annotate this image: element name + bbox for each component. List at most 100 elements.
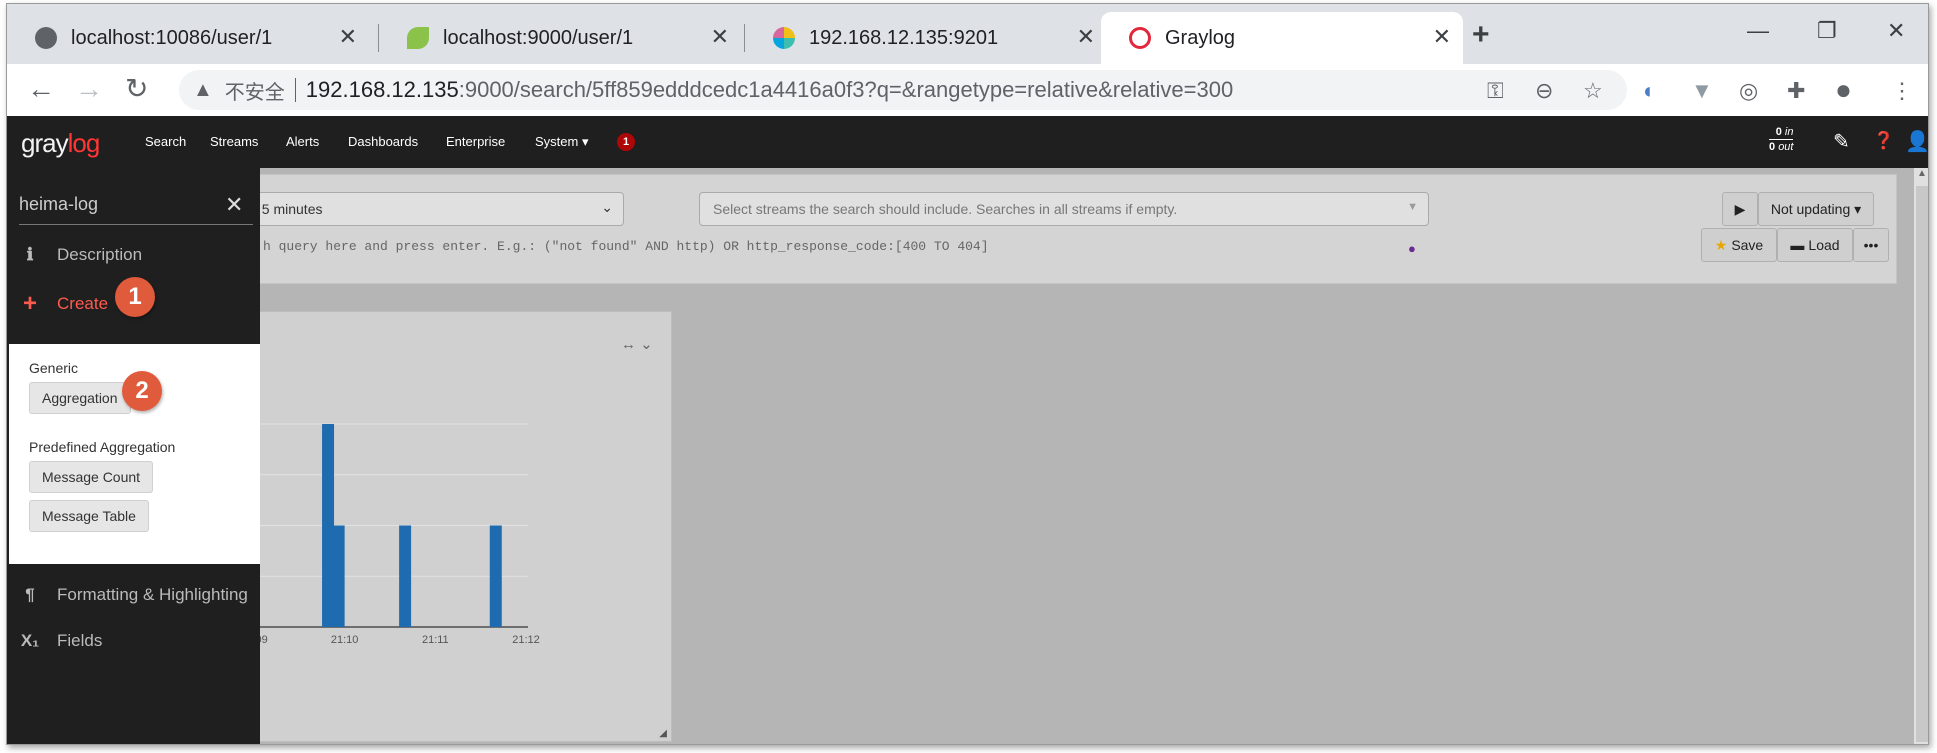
- throughput-in: 0: [1775, 126, 1782, 138]
- tab-title: 192.168.12.135:9201: [809, 26, 999, 49]
- close-icon[interactable]: ✕: [1433, 25, 1451, 49]
- nav-system[interactable]: System ▾: [535, 134, 588, 150]
- tab-graylog[interactable]: Graylog ✕: [1101, 12, 1463, 64]
- paragraph-icon: ¶: [25, 585, 35, 604]
- forward-icon[interactable]: →: [75, 74, 103, 104]
- close-icon[interactable]: ✕: [339, 25, 357, 49]
- minimize-icon[interactable]: —: [1747, 18, 1769, 44]
- sidebar-item-description[interactable]: ℹ Description: [19, 245, 142, 265]
- timerange-select[interactable]: t 5 minutes ⌄: [213, 192, 624, 226]
- help-icon[interactable]: ❓: [1873, 131, 1894, 151]
- scroll-up-icon[interactable]: ▲: [1917, 168, 1927, 179]
- puzzle-icon[interactable]: ✚: [1787, 78, 1805, 104]
- tab-elasticsearch[interactable]: 192.168.12.135:9201 ✕: [745, 12, 1107, 64]
- edit-icon[interactable]: ✎: [1833, 129, 1850, 154]
- info-icon: ℹ: [26, 245, 34, 264]
- tab-title: localhost:9000/user/1: [443, 26, 634, 49]
- expand-icon[interactable]: ↔: [621, 336, 636, 353]
- throughput-indicator[interactable]: 0 in 0 out: [1769, 125, 1794, 154]
- lightbulb-icon[interactable]: ●: [1408, 241, 1416, 256]
- browser-window: localhost:10086/user/1 ✕ localhost:9000/…: [6, 3, 1929, 745]
- save-label: Save: [1731, 237, 1764, 253]
- elastic-icon: [773, 27, 795, 49]
- insecure-label: 不安全: [224, 81, 285, 104]
- tab-title: Graylog: [1165, 26, 1236, 49]
- save-button[interactable]: ★ Save: [1701, 228, 1777, 262]
- vue-devtools-icon[interactable]: ▼: [1691, 78, 1713, 104]
- search-title[interactable]: heima-log: [19, 194, 98, 215]
- warning-icon[interactable]: ▲: [193, 79, 213, 102]
- address-bar[interactable]: ▲ 不安全 192.168.12.135:9000/search/5ff859e…: [179, 70, 1627, 110]
- x-tick-label: 21:10: [331, 634, 359, 646]
- close-icon[interactable]: ✕: [1077, 25, 1095, 49]
- logo-gray: gray: [21, 128, 69, 158]
- user-icon[interactable]: 👤: [1905, 129, 1928, 154]
- close-icon[interactable]: ✕: [711, 25, 729, 49]
- nav-search[interactable]: Search: [145, 134, 186, 149]
- back-icon[interactable]: ←: [27, 74, 55, 104]
- notification-badge[interactable]: 1: [617, 133, 635, 151]
- refresh-dropdown[interactable]: Not updating ▾: [1758, 192, 1874, 226]
- star-icon[interactable]: ☆: [1583, 78, 1603, 104]
- plus-icon: +: [22, 290, 37, 317]
- streams-placeholder: Select streams the search should include…: [713, 201, 1178, 217]
- key-icon[interactable]: ⚿: [1487, 78, 1504, 104]
- graylog-logo[interactable]: graylog: [21, 128, 100, 159]
- resize-handle-icon[interactable]: ◢: [659, 728, 667, 739]
- reload-icon[interactable]: ↻: [125, 74, 148, 104]
- restore-icon[interactable]: ❐: [1817, 18, 1837, 44]
- sync-extension-icon[interactable]: ◎: [1739, 78, 1758, 104]
- window-close-icon[interactable]: ✕: [1887, 18, 1905, 44]
- nav-alerts[interactable]: Alerts: [286, 134, 319, 149]
- url-text[interactable]: 192.168.12.135:9000/search/5ff859edddced…: [306, 77, 1233, 103]
- scrollbar-thumb[interactable]: [1916, 186, 1928, 742]
- caret-down-icon: ▼: [1407, 201, 1418, 213]
- tab-strip: localhost:10086/user/1 ✕ localhost:9000/…: [7, 4, 1928, 64]
- load-button[interactable]: ▬ Load: [1777, 228, 1853, 262]
- histogram-chart: 21:0921:1021:1121:12: [213, 423, 540, 646]
- sidebar-item-create[interactable]: + Create: [19, 290, 108, 318]
- graylog-app: graylog Search Streams Alerts Dashboards…: [7, 116, 1928, 744]
- play-icon[interactable]: ▶: [1722, 192, 1758, 226]
- new-tab-icon[interactable]: +: [1472, 18, 1490, 52]
- streams-select[interactable]: Select streams the search should include…: [699, 192, 1429, 226]
- zoom-out-icon[interactable]: ⊖: [1535, 78, 1553, 104]
- folder-icon: ▬: [1790, 237, 1805, 253]
- sidebar-item-label: Fields: [57, 631, 103, 650]
- chevron-down-icon[interactable]: ⌄: [640, 336, 653, 353]
- bar-21-09-56: [332, 525, 345, 627]
- sidebar-item-formatting[interactable]: ¶ Formatting & Highlighting: [19, 585, 248, 605]
- extension-icon[interactable]: ◐: [1643, 78, 1656, 104]
- x-tick-label: 21:11: [422, 634, 449, 646]
- tab-title: localhost:10086/user/1: [71, 26, 273, 49]
- menu-icon[interactable]: ⋮: [1891, 78, 1913, 104]
- sidebar-item-label: Formatting & Highlighting: [57, 585, 248, 604]
- aggregation-button[interactable]: Aggregation: [29, 382, 131, 414]
- sidebar-item-fields[interactable]: X₁ Fields: [19, 631, 103, 651]
- nav-enterprise[interactable]: Enterprise: [446, 134, 505, 149]
- widget-controls: ↔ ⌄: [621, 335, 653, 353]
- throughput-out-label: out: [1778, 141, 1794, 153]
- tab-localhost-9000[interactable]: localhost:9000/user/1 ✕: [379, 12, 741, 64]
- vertical-scrollbar[interactable]: ▲: [1914, 168, 1928, 744]
- throughput-out: 0: [1769, 141, 1776, 153]
- graylog-icon: [1129, 27, 1151, 49]
- address-separator: [294, 78, 296, 102]
- histogram-widget: ↔ ⌄ 21:0921:1021:1121:12 ◢: [212, 311, 672, 742]
- query-input[interactable]: h query here and press enter. E.g.: ("no…: [263, 239, 989, 254]
- star-icon: ★: [1714, 236, 1728, 253]
- chevron-down-icon: ⌄: [601, 199, 613, 215]
- bar-21-11-40: [489, 525, 502, 627]
- fields-icon: X₁: [20, 631, 40, 650]
- tab-localhost-10086[interactable]: localhost:10086/user/1 ✕: [7, 12, 369, 64]
- step-badge-1: 1: [115, 277, 155, 317]
- close-icon[interactable]: ✕: [225, 192, 243, 218]
- message-count-button[interactable]: Message Count: [29, 461, 154, 493]
- nav-dashboards[interactable]: Dashboards: [348, 134, 418, 149]
- throughput-in-label: in: [1784, 126, 1794, 138]
- graylog-navbar: graylog Search Streams Alerts Dashboards…: [7, 116, 1928, 168]
- profile-icon[interactable]: ●: [1835, 74, 1852, 106]
- more-actions-button[interactable]: •••: [1853, 228, 1889, 262]
- nav-streams[interactable]: Streams: [210, 134, 258, 149]
- message-table-button[interactable]: Message Table: [29, 500, 149, 532]
